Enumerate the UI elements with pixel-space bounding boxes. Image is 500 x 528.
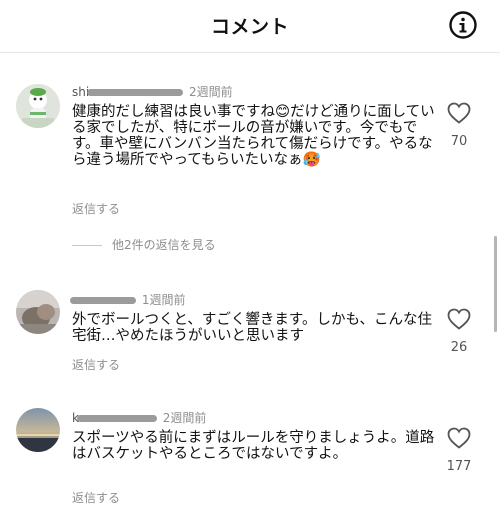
heart-icon: [447, 102, 471, 124]
like-button[interactable]: 26: [442, 308, 476, 355]
timestamp: 2週間前: [189, 85, 233, 99]
comment-meta: 1週間前: [70, 291, 186, 308]
reply-button[interactable]: 返信する: [72, 356, 120, 373]
like-count: 177: [446, 459, 472, 474]
timestamp: 2週間前: [162, 411, 207, 425]
divider-line: [72, 245, 102, 246]
header: コメント: [0, 0, 500, 53]
like-button[interactable]: 70: [442, 102, 476, 149]
heart-icon: [447, 427, 471, 449]
comment-meta: shi 2週間前: [72, 83, 233, 100]
scrollbar[interactable]: [494, 236, 497, 332]
view-more-replies-label: 他2件の返信を見る: [112, 238, 216, 252]
redaction-mark: [87, 89, 184, 96]
timestamp: 1週間前: [141, 293, 186, 307]
like-count: 70: [450, 134, 468, 149]
comment-text: スポーツやる前にまずはルールを守りましょうよ。道路はバスケットやるところではない…: [72, 430, 435, 462]
reply-button[interactable]: 返信する: [72, 489, 120, 506]
view-more-replies[interactable]: 他2件の返信を見る: [72, 236, 216, 253]
heart-icon: [447, 308, 471, 330]
redaction-mark: [70, 297, 136, 304]
reply-button[interactable]: 返信する: [72, 200, 120, 217]
page-title: コメント: [210, 16, 289, 38]
info-icon[interactable]: [448, 10, 478, 40]
like-button[interactable]: 177: [442, 427, 476, 474]
comment-meta: k 2週間前: [72, 409, 206, 426]
redaction-mark: [76, 415, 157, 422]
like-count: 26: [450, 340, 468, 355]
avatar[interactable]: [16, 408, 60, 452]
comment-text: 健康的だし練習は良い事ですね😊だけど通りに面している家でしたが、特にボールの音が…: [72, 104, 435, 168]
avatar[interactable]: [16, 290, 60, 334]
avatar[interactable]: [16, 84, 60, 128]
comment-text: 外でボールつくと、すごく響きます。しかも、こんな住宅街…やめたほうがいいと思いま…: [72, 312, 433, 344]
